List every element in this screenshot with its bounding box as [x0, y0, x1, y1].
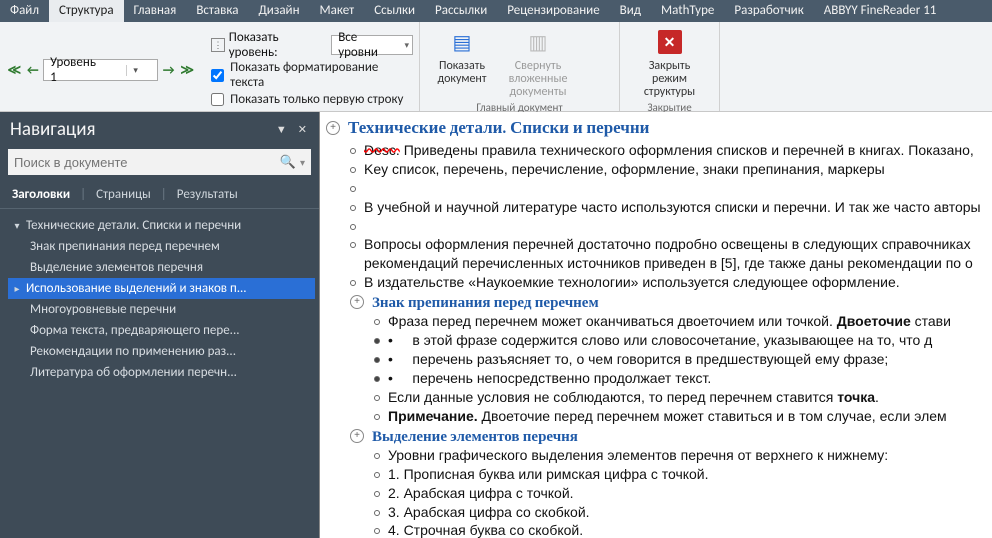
body-text: Уровни графического выделения элементов … — [388, 446, 888, 465]
tab-mailings[interactable]: Рассылки — [425, 0, 497, 22]
nav-search[interactable]: 🔍 ▾ — [8, 149, 311, 175]
tree-node[interactable]: Знак препинания перед перечнем — [8, 236, 315, 257]
tab-mathtype[interactable]: MathType — [651, 0, 724, 22]
body-text: Вопросы оформления перечней достаточно п… — [364, 235, 992, 273]
body-text: • в этой фразе содержится слово или слов… — [388, 331, 932, 350]
body-text: В издательстве «Наукоемкие технологии» и… — [364, 273, 900, 292]
tab-developer[interactable]: Разработчик — [724, 0, 813, 22]
tab-abbyy[interactable]: ABBYY FineReader 11 — [814, 0, 947, 22]
tab-review[interactable]: Рецензирование — [497, 0, 609, 22]
outline-bullet-icon — [374, 414, 380, 420]
promote-top-icon[interactable]: ≪ — [6, 62, 23, 79]
body-text: 1. Прописная буква или римская цифра с т… — [388, 465, 709, 484]
show-document-button[interactable]: ▤ Показать документ — [426, 24, 498, 86]
outline-level-select[interactable]: Уровень 1 ▾ — [43, 59, 158, 81]
outline-bullet-icon — [350, 186, 356, 192]
ribbon-tabs: Файл Структура Главная Вставка Дизайн Ма… — [0, 0, 992, 22]
show-level-label: Показать уровень: — [229, 30, 327, 60]
nav-dropdown-icon[interactable]: ▼ — [276, 123, 289, 136]
tree-node[interactable]: ▾Технические детали. Списки и перечни — [8, 215, 315, 236]
body-text — [364, 217, 368, 236]
tree-node-selected[interactable]: ▸Использование выделений и знаков п... — [8, 278, 315, 299]
body-text: Key список, перечень, перечисление, офор… — [364, 160, 885, 179]
chk-show-format[interactable]: Показать форматирование текста — [211, 64, 413, 86]
outline-bullet-icon — [374, 319, 380, 325]
body-text: Примечание. Двоеточие перед перечнем мож… — [388, 407, 947, 426]
close-outline-button[interactable]: ✕ Закрыть режим структуры — [634, 24, 706, 99]
search-dropdown-icon[interactable]: ▾ — [300, 156, 305, 169]
nav-tab-pages[interactable]: Страницы — [92, 183, 155, 208]
outline-bullet-icon — [374, 453, 380, 459]
outline-bullet-icon — [374, 510, 380, 516]
tree-twisty-icon: ▾ — [12, 219, 22, 232]
demote-body-icon[interactable]: ≫ — [179, 62, 196, 79]
outline-level-label: Уровень 1 — [44, 55, 126, 85]
nav-tree: ▾Технические детали. Списки и перечни Зн… — [0, 209, 319, 389]
outline-bullet-icon — [350, 242, 356, 248]
tab-file[interactable]: Файл — [0, 0, 49, 22]
outline-bullet-icon — [350, 167, 356, 173]
tab-design[interactable]: Дизайн — [248, 0, 309, 22]
outline-bullet-icon — [374, 338, 380, 344]
document-area[interactable]: + Технические детали. Списки и перечни De… — [320, 112, 992, 538]
body-text: • перечень непосредственно продолжает те… — [388, 369, 711, 388]
tab-references[interactable]: Ссылки — [364, 0, 425, 22]
tab-layout[interactable]: Макет — [310, 0, 365, 22]
tree-twisty-icon: ▸ — [12, 282, 22, 295]
outline-bullet-icon — [374, 491, 380, 497]
body-text: Desc. Приведены правила технического офо… — [364, 141, 974, 160]
tree-node[interactable]: Рекомендации по применению раз... — [8, 341, 315, 362]
outline-bullet-icon — [350, 205, 356, 211]
outline-bullet-icon — [374, 357, 380, 363]
show-level-select[interactable]: Все уровни — [331, 35, 413, 55]
outline-bullet-icon — [374, 472, 380, 478]
heading-2: Знак препинания перед перечнем — [372, 292, 599, 312]
demote-icon[interactable]: → — [160, 62, 177, 79]
search-input[interactable] — [14, 155, 280, 170]
tab-outline[interactable]: Структура — [49, 0, 124, 22]
show-level-icon: ⋮ — [211, 38, 225, 52]
body-text: Фраза перед перечнем может оканчиваться … — [388, 312, 951, 331]
outline-bullet-icon — [350, 148, 356, 154]
nav-tab-results[interactable]: Результаты — [173, 183, 242, 208]
close-icon: ✕ — [658, 30, 682, 54]
body-text: Если данные условия не соблюдаются, то п… — [388, 388, 879, 407]
body-text: 3. Арабская цифра со скобкой. — [388, 503, 590, 522]
promote-icon[interactable]: ← — [25, 62, 42, 79]
nav-title: Навигация — [10, 118, 95, 141]
body-text — [364, 179, 368, 198]
tree-node[interactable]: Форма текста, предваряющего пере... — [8, 320, 315, 341]
chk-first-line[interactable]: Показать только первую строку — [211, 88, 413, 110]
ribbon: ≪ ← Уровень 1 ▾ → ≫ ⋮ Показать уровень: … — [0, 22, 992, 112]
outline-bullet-icon — [374, 528, 380, 534]
nav-close-icon[interactable]: ✕ — [298, 123, 309, 136]
outline-expand-icon[interactable]: + — [350, 429, 364, 443]
body-text: В учебной и научной литературе часто исп… — [364, 198, 981, 217]
tab-view[interactable]: Вид — [610, 0, 651, 22]
body-text: • перечень разъясняет то, о чем говоритс… — [388, 350, 888, 369]
outline-bullet-icon — [374, 395, 380, 401]
outline-expand-icon[interactable]: + — [326, 121, 340, 135]
body-text: 4. Строчная буква со скобкой. — [388, 521, 583, 538]
document-icon: ▤ — [446, 26, 478, 58]
tab-insert[interactable]: Вставка — [186, 0, 248, 22]
outline-expand-icon[interactable]: + — [350, 295, 364, 309]
outline-bullet-icon — [350, 224, 356, 230]
tree-node[interactable]: Многоуровневые перечни — [8, 299, 315, 320]
tab-home[interactable]: Главная — [124, 0, 187, 22]
search-icon[interactable]: 🔍 — [280, 155, 296, 170]
navigation-pane: Навигация ▼ ✕ 🔍 ▾ Заголовки | Страницы |… — [0, 112, 320, 538]
collapse-subdocs-icon: ▥ — [522, 26, 554, 58]
tree-node[interactable]: Литература об оформлении перечн... — [8, 362, 315, 383]
tree-node[interactable]: Выделение элементов перечня — [8, 257, 315, 278]
body-text: 2. Арабская цифра с точкой. — [388, 484, 574, 503]
outline-bullet-icon — [374, 376, 380, 382]
outline-bullet-icon — [350, 280, 356, 286]
heading-1: Технические детали. Списки и перечни — [348, 118, 649, 141]
heading-2: Выделение элементов перечня — [372, 426, 578, 446]
nav-tab-headings[interactable]: Заголовки — [8, 183, 74, 208]
collapse-subdocs-button[interactable]: ▥ Свернуть вложенные документы — [502, 24, 574, 99]
